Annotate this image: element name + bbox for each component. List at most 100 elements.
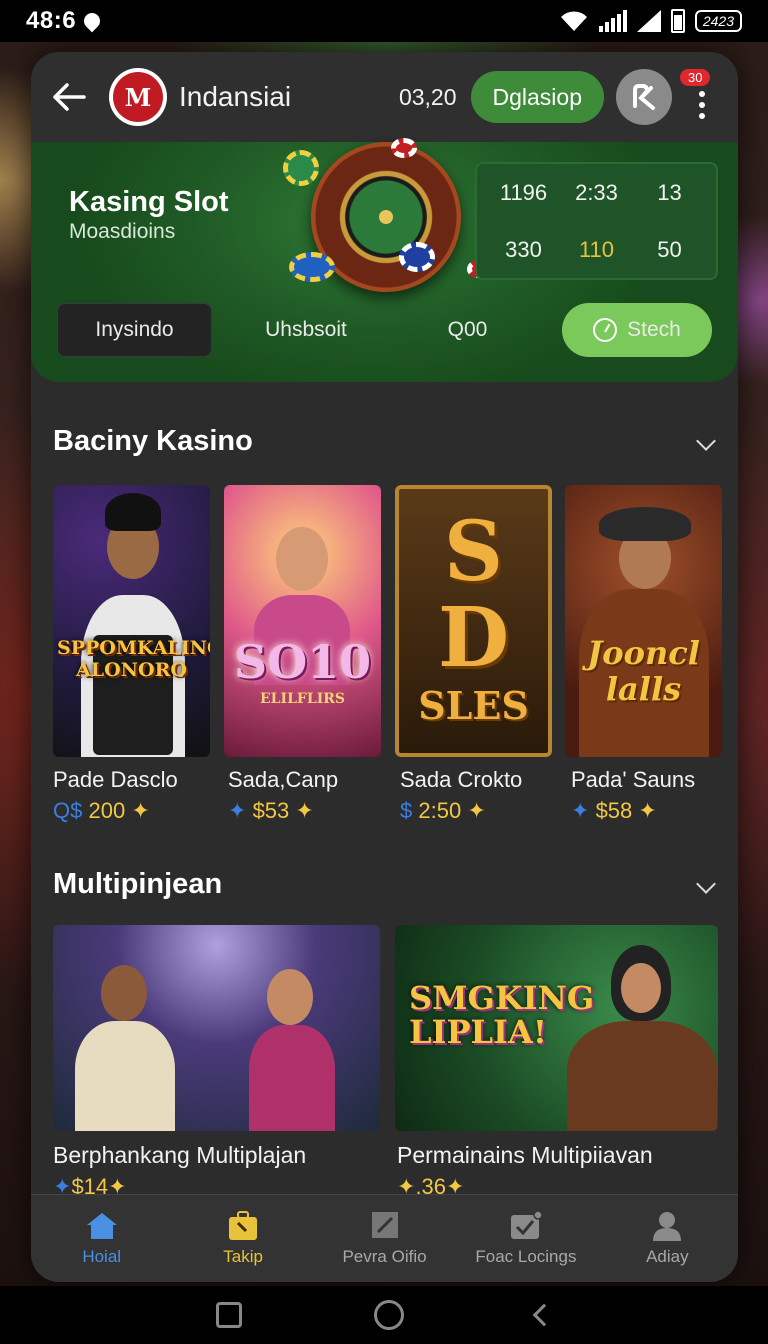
app-bar: M Indansiai 03,20 Dglasiop 30 <box>31 52 738 142</box>
price-prefix: Q$ <box>53 798 83 823</box>
notification-badge: 30 <box>680 69 711 86</box>
system-back-button[interactable] <box>532 1303 556 1327</box>
nav-label: Adiay <box>646 1246 689 1266</box>
stat-value: 50 <box>657 236 682 262</box>
game-name: Sada Crokto <box>400 767 523 792</box>
hero-banner: Kasing Slot Moasdioins 1196 2:33 13 330 … <box>31 138 738 382</box>
dot-icon <box>699 91 705 97</box>
status-time: 48:6 <box>26 7 77 34</box>
dot-icon <box>699 102 705 108</box>
signal-triangle-icon <box>636 10 661 32</box>
game-card[interactable]: SD SLES <box>395 485 552 757</box>
game-art-title: SO10 <box>233 635 372 689</box>
location-icon <box>80 9 104 33</box>
home-button[interactable] <box>374 1300 404 1330</box>
nav-item-home[interactable]: Hoial <box>31 1195 172 1282</box>
hero-tabs: Inysindo Uhsbsoit Q00 Stech <box>57 303 712 357</box>
game-price: $ 2:50 ✦ <box>400 798 486 824</box>
stech-label: Stech <box>627 318 681 341</box>
game-card-wide[interactable]: SMGKING LIPLIA! <box>395 925 718 1131</box>
signal-icon <box>598 10 627 32</box>
game-art-title: SMGKING LIPLIA! <box>409 979 595 1051</box>
app-window: M Indansiai 03,20 Dglasiop 30 Kasing Slo… <box>31 52 738 1282</box>
game-art <box>105 493 161 531</box>
game-price: Q$ 200 ✦ <box>53 798 150 824</box>
tab-inysindo[interactable]: Inysindo <box>57 303 212 357</box>
game-card[interactable]: SO10 ELILFLIRS <box>224 485 381 757</box>
price-prefix: $ <box>400 798 413 823</box>
profile-avatar[interactable] <box>616 69 672 125</box>
stats-panel: 1196 2:33 13 330 110 50 <box>475 162 718 280</box>
game-art-subtitle: SLES <box>418 683 529 728</box>
star-icon: ✦ <box>295 798 314 823</box>
back-arrow-icon <box>53 83 86 111</box>
nav-item-pevra-oifio[interactable]: Pevra Oifio <box>314 1195 455 1282</box>
game-art-title: Jooncl lalls <box>587 634 700 708</box>
game-art <box>276 527 328 591</box>
game-card[interactable]: Jooncl lalls <box>565 485 722 757</box>
game-name: Pade Dasclo <box>53 767 178 792</box>
stat-value: 13 <box>657 179 682 205</box>
briefcase-icon <box>229 1210 258 1240</box>
nav-label: Foac Locings <box>475 1246 577 1266</box>
nav-item-adiay[interactable]: Adiay <box>597 1195 738 1282</box>
tab-q00[interactable]: Q00 <box>400 303 535 357</box>
nav-label: Takip <box>223 1246 263 1266</box>
clock-icon <box>593 318 618 342</box>
game-name: Sada,Canp <box>228 767 339 792</box>
game-art <box>567 1021 717 1131</box>
battery-text: 2423 <box>694 10 742 32</box>
chip-image <box>283 150 319 186</box>
price-prefix: ✦ <box>571 798 590 823</box>
chip-image <box>399 242 435 272</box>
nav-item-takip[interactable]: Takip <box>172 1195 313 1282</box>
back-button[interactable] <box>47 75 91 119</box>
stat-value: 2:33 <box>575 179 618 205</box>
game-art-title: SPPOMKALING ALONORO <box>57 637 210 681</box>
game-card-wide[interactable] <box>53 925 380 1131</box>
check-box-icon <box>510 1210 543 1239</box>
bottom-nav: Hoial Takip Pevra Oifio Foac Locings Adi… <box>31 1194 738 1282</box>
price-prefix: ✦ <box>228 798 247 823</box>
chevron-down-icon[interactable] <box>696 431 716 451</box>
chip-image <box>391 138 417 158</box>
star-icon: ✦ <box>131 798 150 823</box>
game-art <box>621 963 661 1013</box>
game-name: Berphankang Multiplajan <box>53 1142 307 1168</box>
nav-label: Pevra Oifio <box>342 1246 427 1266</box>
stat-value: 330 <box>505 236 542 262</box>
recents-button[interactable] <box>216 1302 242 1328</box>
game-art <box>267 969 313 1025</box>
hero-title: Kasing Slot <box>69 186 229 218</box>
star-icon: ✦ <box>638 798 657 823</box>
brand-logo[interactable]: M <box>109 68 167 126</box>
stat-value: 1196 <box>499 179 548 205</box>
nav-item-foac-locings[interactable]: Foac Locings <box>455 1195 596 1282</box>
chevron-down-icon[interactable] <box>696 874 716 894</box>
more-menu-button[interactable]: 30 <box>680 67 722 127</box>
game-art <box>101 965 147 1021</box>
game-name: Pada' Sauns <box>571 767 696 792</box>
price-value: 2:50 <box>418 798 462 823</box>
section-title-baciny-kasino: Baciny Kasino <box>53 425 253 457</box>
game-art <box>75 1021 175 1131</box>
deposit-button[interactable]: Dglasiop <box>470 71 604 123</box>
star-icon: ✦ <box>467 798 486 823</box>
section-title-multipinjean: Multipinjean <box>53 868 223 900</box>
game-art <box>599 507 691 541</box>
hero-subtitle: Moasdioins <box>69 220 176 243</box>
stech-button[interactable]: Stech <box>562 303 712 357</box>
status-bar: 48:6 2423 <box>0 0 768 42</box>
game-card[interactable]: SPPOMKALING ALONORO <box>53 485 210 757</box>
game-art <box>249 1025 335 1131</box>
stat-value-highlight: 110 <box>578 236 615 262</box>
game-price: ✦ $53 ✦ <box>228 798 314 824</box>
system-nav-bar <box>0 1286 768 1344</box>
game-price: ✦ $58 ✦ <box>571 798 657 824</box>
tab-uhsbsoit[interactable]: Uhsbsoit <box>212 303 400 357</box>
box-x-icon <box>371 1211 398 1238</box>
brand-name: Indansiai <box>179 81 292 112</box>
game-art-title: SD <box>437 504 510 686</box>
price-value: 200 <box>88 798 126 823</box>
price-value: $53 <box>252 798 290 823</box>
